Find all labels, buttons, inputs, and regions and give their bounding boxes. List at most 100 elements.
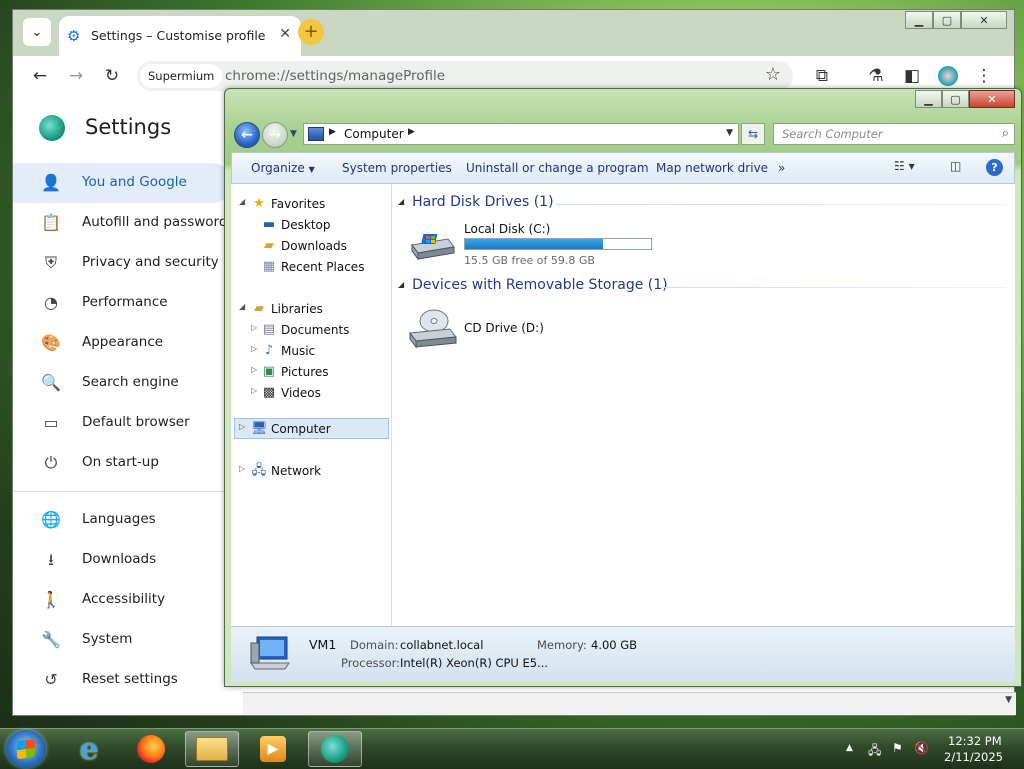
organize-button[interactable]: Organize ▼ — [251, 161, 315, 175]
volume-muted-icon[interactable]: 🔇 — [914, 741, 929, 755]
tab-settings[interactable]: ⚙ Settings – Customise profile ✕ — [59, 16, 301, 56]
sidebar-item-languages[interactable]: 🌐 Languages — [13, 500, 233, 540]
taskbar-file-explorer[interactable] — [185, 731, 239, 767]
chrome-maximize-button[interactable]: ▢ — [933, 11, 961, 29]
tree-item-network[interactable]: ▷ 🖧 Network — [231, 460, 391, 481]
pictures-icon: ▣ — [262, 364, 276, 379]
taskbar-firefox[interactable] — [124, 731, 178, 767]
hard-disk-icon[interactable] — [410, 231, 456, 261]
collapse-arrow-icon[interactable]: ◢ — [398, 197, 404, 206]
explorer-forward-button[interactable]: → — [262, 122, 288, 148]
sidebar-item-performance[interactable]: ◔ Performance — [13, 283, 233, 323]
chevron-down-icon: ⌄ — [31, 24, 43, 40]
help-icon[interactable]: ? — [986, 159, 1003, 176]
sidebar-item-privacy[interactable]: ⛨ Privacy and security — [13, 243, 233, 283]
drive-name-local-disk[interactable]: Local Disk (C:) — [464, 222, 550, 236]
collapsed-arrow-icon[interactable]: ▷ — [239, 422, 245, 431]
labs-button[interactable]: ⚗ — [865, 65, 887, 87]
more-commands-button[interactable]: » — [778, 161, 785, 175]
chevron-down-icon[interactable]: ▼ — [726, 128, 733, 138]
collapsed-arrow-icon[interactable]: ▷ — [251, 386, 257, 395]
sidebar-item-default-browser[interactable]: ▭ Default browser — [13, 403, 233, 443]
breadcrumb-arrow-icon[interactable]: ▶ — [408, 127, 415, 137]
explorer-back-button[interactable]: ← — [234, 122, 260, 148]
download-icon: ⭳ — [48, 550, 54, 569]
collapsed-arrow-icon[interactable]: ▷ — [251, 323, 257, 332]
explorer-refresh-button[interactable]: ⇆ — [741, 123, 765, 145]
sidebar-item-accessibility[interactable]: 🚶 Accessibility — [13, 580, 233, 620]
bookmark-star-icon[interactable]: ☆ — [765, 64, 781, 85]
sidebar-item-downloads[interactable]: ⭳ Downloads — [13, 540, 233, 580]
chrome-minimize-button[interactable]: ▁ — [905, 11, 933, 29]
sidebar-item-on-startup[interactable]: ⏻ On start-up — [13, 443, 233, 483]
sidebar-item-search-engine[interactable]: 🔍 Search engine — [13, 363, 233, 403]
url-text[interactable]: chrome://settings/manageProfile — [225, 68, 445, 84]
close-tab-icon[interactable]: ✕ — [279, 26, 291, 42]
back-button[interactable]: ← — [29, 65, 51, 87]
collapsed-arrow-icon[interactable]: ▷ — [239, 464, 245, 473]
explorer-minimize-button[interactable]: ▁ — [915, 90, 942, 108]
settings-horizontal-scrollbar[interactable]: ▼ — [243, 692, 1016, 715]
tree-item-music[interactable]: ▷ ♪ Music — [231, 340, 391, 361]
preview-pane-icon[interactable]: ◫ — [950, 159, 961, 173]
group-header-hard-disk-drives[interactable]: ◢ Hard Disk Drives (1) — [398, 194, 554, 210]
clock-date[interactable]: 2/11/2025 — [944, 750, 1003, 764]
expand-arrow-icon[interactable]: ◢ — [239, 197, 245, 206]
sidebar-item-reset-settings[interactable]: ↺ Reset settings — [13, 660, 233, 700]
tree-item-pictures[interactable]: ▷ ▣ Pictures — [231, 361, 391, 382]
drive-name-cd-drive[interactable]: CD Drive (D:) — [464, 321, 544, 335]
chevron-down-icon[interactable]: ▼ — [1005, 695, 1012, 705]
reload-button[interactable]: ↻ — [101, 65, 123, 87]
address-bar[interactable]: Supermium chrome://settings/manageProfil… — [137, 61, 793, 91]
sidebar-item-system[interactable]: 🔧 System — [13, 620, 233, 660]
tree-item-libraries[interactable]: ◢ ▰ Libraries — [231, 298, 391, 319]
taskbar-media-player[interactable]: ▶ — [246, 731, 300, 767]
action-center-flag-icon[interactable]: ⚑ — [892, 741, 903, 755]
uninstall-program-button[interactable]: Uninstall or change a program — [466, 161, 649, 175]
menu-button[interactable]: ⋮ — [973, 65, 995, 87]
tree-item-favorites[interactable]: ◢ ★ Favorites — [231, 193, 391, 214]
clock-time[interactable]: 12:32 PM — [948, 734, 1002, 748]
tree-item-desktop[interactable]: ▬ Desktop — [231, 214, 391, 235]
new-tab-button[interactable]: + — [298, 19, 324, 45]
taskbar-supermium[interactable] — [308, 731, 362, 767]
profile-button[interactable] — [937, 65, 959, 87]
sidebar-item-you-and-google[interactable]: 👤 You and Google — [13, 163, 233, 203]
taskbar-internet-explorer[interactable]: e — [62, 731, 116, 767]
explorer-search-input[interactable]: Search Computer ⌕ — [773, 123, 1015, 145]
explorer-close-button[interactable]: ✕ — [969, 90, 1015, 108]
extensions-button[interactable]: ⧉ — [811, 65, 833, 87]
group-header-removable-storage[interactable]: ◢ Devices with Removable Storage (1) — [398, 277, 668, 293]
show-hidden-icons-icon[interactable]: ▲ — [846, 743, 853, 753]
system-properties-button[interactable]: System properties — [342, 161, 452, 175]
forward-button[interactable]: → — [65, 65, 87, 87]
tree-item-recent-places[interactable]: ▦ Recent Places — [231, 256, 391, 277]
explorer-maximize-button[interactable]: ▢ — [942, 90, 969, 108]
tab-strip: ⌄ ⚙ Settings – Customise profile ✕ + ▁ ▢… — [13, 10, 1014, 56]
sidebar-item-appearance[interactable]: 🎨 Appearance — [13, 323, 233, 363]
start-button[interactable] — [6, 730, 46, 768]
navigation-pane: ◢ ★ Favorites ▬ Desktop ▰ Downloads ▦ Re… — [231, 184, 392, 626]
tab-search-button[interactable]: ⌄ — [23, 18, 51, 46]
tree-item-videos[interactable]: ▷ ▩ Videos — [231, 382, 391, 403]
tree-item-downloads[interactable]: ▰ Downloads — [231, 235, 391, 256]
network-tray-icon[interactable]: 🖧 — [868, 741, 881, 762]
chrome-close-button[interactable]: ✕ — [961, 11, 1007, 29]
tree-item-computer[interactable]: ▷ 🖥 Computer — [231, 418, 391, 439]
tree-item-documents[interactable]: ▷ ▤ Documents — [231, 319, 391, 340]
collapsed-arrow-icon[interactable]: ▷ — [251, 344, 257, 353]
cd-drive-icon[interactable] — [408, 307, 458, 349]
site-chip[interactable]: Supermium — [140, 64, 223, 88]
explorer-address-bar[interactable]: ▶ Computer ▶ ▼ — [303, 123, 739, 145]
collapsed-arrow-icon[interactable]: ▷ — [251, 365, 257, 374]
collapse-arrow-icon[interactable]: ◢ — [398, 280, 404, 289]
sidebar-item-autofill[interactable]: 📋 Autofill and passwords — [13, 203, 234, 243]
sidebar-item-label: Accessibility — [82, 591, 166, 607]
side-panel-button[interactable]: ◧ — [901, 65, 923, 87]
breadcrumb-arrow-icon[interactable]: ▶ — [329, 127, 336, 137]
map-network-drive-button[interactable]: Map network drive — [656, 161, 768, 175]
breadcrumb[interactable]: Computer — [344, 127, 404, 141]
expand-arrow-icon[interactable]: ◢ — [239, 302, 245, 311]
recent-pages-dropdown-icon[interactable]: ▼ — [290, 129, 297, 139]
change-view-icon[interactable]: ☷ ▾ — [894, 159, 915, 173]
